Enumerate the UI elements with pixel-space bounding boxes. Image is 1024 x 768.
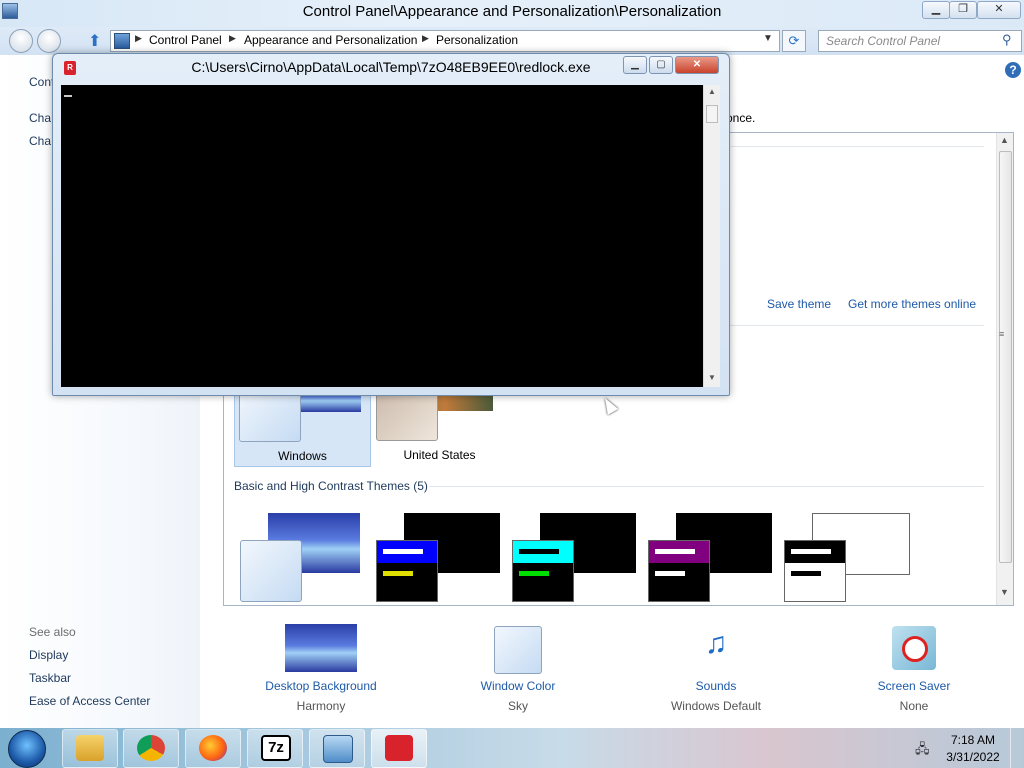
taskbar-7zip-button[interactable]: 7z [247,729,303,768]
breadcrumb-personalization[interactable]: Personalization [436,33,518,47]
basic-themes-heading: Basic and High Contrast Themes (5) [234,479,428,493]
start-button[interactable] [8,730,46,768]
see-also-ease-of-access-link[interactable]: Ease of Access Center [29,694,150,708]
breadcrumb-separator-icon[interactable]: ▶ [422,33,429,44]
see-also-heading: See also [29,625,76,639]
screen-saver-label[interactable]: Screen Saver [834,679,994,693]
show-desktop-button[interactable] [1010,728,1024,768]
network-icon[interactable]: 🖧 [915,740,930,762]
page-description-text: once. [726,111,756,125]
window-color-value: Sky [507,699,528,713]
window-color-swatch [648,540,710,602]
window-color-swatch [784,540,846,602]
window-color-swatch [376,540,438,602]
window-color-label[interactable]: Window Color [438,679,598,693]
navigation-bar: ⬆ ▶ Control Panel ▶ Appearance and Perso… [0,27,1024,55]
scroll-up-icon[interactable]: ▲ [1000,135,1009,145]
sounds-icon: ♫ [704,627,728,660]
window-color-item[interactable]: Window Color Sky [438,624,598,716]
console-close-button[interactable]: ✕ [675,56,719,74]
theme-item-high-contrast-black[interactable] [648,513,773,603]
left-task-link[interactable]: Cha [29,111,51,125]
control-panel-icon [323,735,353,763]
desktop-background-icon [285,624,357,672]
forward-button[interactable] [37,29,61,53]
scrollbar-thumb[interactable] [999,151,1012,563]
taskbar-explorer-button[interactable] [62,729,118,768]
window-color-icon [494,626,542,674]
taskbar-redlock-button[interactable] [371,729,427,768]
search-icon[interactable]: ⚲ [1002,32,1012,48]
control-panel-home-link[interactable]: Cont [29,75,54,89]
desktop-background-value: Harmony [296,699,346,713]
theme-item-high-contrast-2[interactable] [512,513,637,603]
theme-item-high-contrast-white[interactable] [784,513,910,603]
control-panel-icon [114,33,130,49]
taskbar: 7z 🖧 7:18 AM 3/31/2022 [0,728,1024,768]
window-color-swatch [512,540,574,602]
breadcrumb-separator-icon[interactable]: ▶ [229,33,236,44]
console-output[interactable] [61,85,703,387]
minimize-button[interactable]: ▁ [922,1,950,19]
theme-item-windows-basic[interactable] [238,513,363,603]
close-button[interactable]: ✕ [977,1,1021,19]
breadcrumb-separator-icon[interactable]: ▶ [135,33,142,44]
clock-date[interactable]: 3/31/2022 [946,750,1000,764]
search-placeholder: Search Control Panel [826,34,941,48]
see-also-display-link[interactable]: Display [29,648,68,662]
scroll-down-icon[interactable]: ▼ [1000,587,1009,597]
firefox-icon [199,735,227,761]
theme-name: United States [403,448,476,462]
scroll-down-icon[interactable]: ▼ [708,373,716,382]
clock-time[interactable]: 7:18 AM [946,733,1000,747]
window-color-swatch [240,540,302,602]
scroll-grip-icon: ≡ [999,329,1005,339]
text-cursor [64,95,72,97]
sounds-value: Windows Default [670,699,762,713]
breadcrumb-control-panel[interactable]: Control Panel [149,33,222,47]
restore-button[interactable]: ❐ [949,1,977,19]
console-minimize-button[interactable]: ▁ [623,56,647,74]
screen-saver-icon [892,626,936,670]
divider [731,146,984,147]
sounds-item[interactable]: ♫ Sounds Windows Default [636,624,796,716]
divider [429,486,984,487]
screen-saver-item[interactable]: Screen Saver None [834,624,994,716]
scrollbar-thumb[interactable] [706,105,718,123]
taskbar-control-panel-button[interactable] [309,729,365,768]
search-input[interactable]: Search Control Panel ⚲ [818,30,1022,52]
redlock-icon [385,735,413,761]
taskbar-firefox-button[interactable] [185,729,241,768]
see-also-taskbar-link[interactable]: Taskbar [29,671,71,685]
theme-item-high-contrast-1[interactable] [376,513,501,603]
theme-list-scrollbar[interactable]: ▲ ≡ ▼ [996,133,1013,605]
7zip-icon: 7z [261,735,291,761]
get-more-themes-link[interactable]: Get more themes online [848,297,976,311]
window-title: Control Panel\Appearance and Personaliza… [302,3,722,20]
console-window[interactable]: R C:\Users\Cirno\AppData\Local\Temp\7zO4… [52,53,730,396]
explorer-icon [76,735,104,761]
chrome-icon [137,735,165,761]
help-icon[interactable]: ? [1005,62,1021,78]
up-level-icon[interactable]: ⬆ [88,31,101,51]
console-maximize-button[interactable]: ▢ [649,56,673,74]
scroll-up-icon[interactable]: ▲ [708,87,716,96]
address-bar[interactable]: ▶ Control Panel ▶ Appearance and Persona… [110,30,780,52]
save-theme-link[interactable]: Save theme [767,297,831,311]
theme-name: Windows [278,449,327,463]
explorer-title-bar[interactable]: Control Panel\Appearance and Personaliza… [0,0,1024,27]
back-button[interactable] [9,29,33,53]
refresh-icon[interactable]: ⟳ [782,30,806,52]
taskbar-chrome-button[interactable] [123,729,179,768]
desktop-background-label[interactable]: Desktop Background [241,679,401,693]
chevron-down-icon[interactable]: ▼ [763,33,773,44]
screen-saver-value: None [899,699,929,713]
desktop-background-item[interactable]: Desktop Background Harmony [241,624,401,716]
left-task-link[interactable]: Cha [29,134,51,148]
sounds-label[interactable]: Sounds [636,679,796,693]
control-panel-app-icon[interactable] [2,3,18,19]
breadcrumb-appearance[interactable]: Appearance and Personalization [244,33,417,47]
console-scrollbar[interactable]: ▲ ▼ [703,85,720,387]
